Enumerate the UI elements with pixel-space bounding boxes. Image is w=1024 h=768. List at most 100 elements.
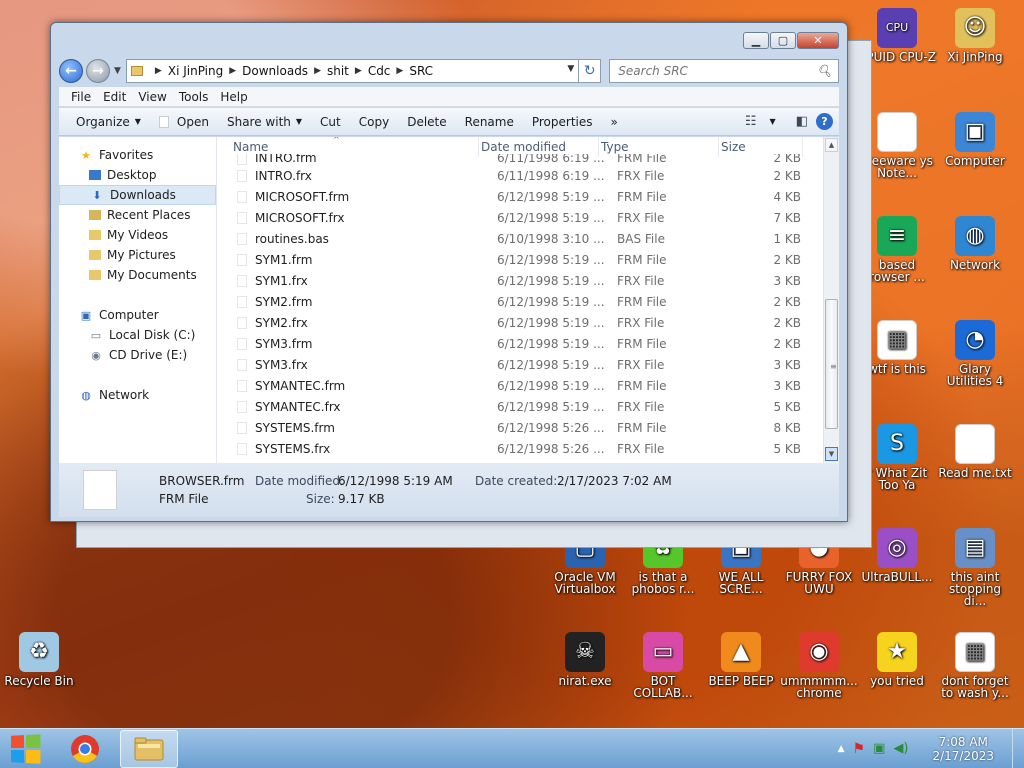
properties-button[interactable]: Properties [523,108,602,135]
share-with-button[interactable]: Share with ▼ [218,108,311,135]
refresh-button[interactable]: ↻ [579,59,602,83]
windows-logo-icon [11,733,41,764]
desktop-icon-beepbeep[interactable]: ▲ BEEP BEEP [702,632,780,687]
menu-edit[interactable]: Edit [99,90,130,104]
tray-overflow-icon[interactable]: ▲ [838,744,845,754]
nav-favorites[interactable]: ★ Favorites [59,145,216,165]
breadcrumb-item[interactable]: shit [327,64,349,78]
menu-view[interactable]: View [134,90,170,104]
scroll-thumb[interactable]: ≡ [825,299,838,429]
nav-label: Downloads [110,188,176,202]
desktop-icon-youtried[interactable]: ★ you tried [858,632,936,687]
file-icon [237,295,247,308]
nav-my-videos[interactable]: My Videos [59,225,216,245]
taskbar-explorer[interactable] [120,729,178,768]
start-button[interactable] [0,729,50,768]
search-icon[interactable]: 🔍︎ [817,64,832,78]
desktop-icon-network[interactable]: ◍ Network [936,216,1014,271]
file-row[interactable]: SYM2.frx 6/12/1998 5:19 ... FRX File 2 KB [217,312,823,333]
clock[interactable]: 7:08 AM 2/17/2023 [932,735,994,763]
file-row[interactable]: INTRO.frx 6/11/1998 6:19 ... FRX File 2 KB [217,165,823,186]
file-row[interactable]: SYMANTEC.frm 6/12/1998 5:19 ... FRM File 3 … [217,375,823,396]
cut-button[interactable]: Cut [311,108,350,135]
file-row[interactable]: SYM3.frm 6/12/1998 5:19 ... FRM File 2 KB [217,333,823,354]
menu-help[interactable]: Help [216,90,251,104]
chevron-right-icon[interactable]: ▶ [355,66,362,76]
desktop-icon-label: FURRY FOX UWU [785,570,853,596]
desktop-icon-readme[interactable]: Read me.txt [936,424,1014,479]
file-row[interactable]: SYSTEMS.frm 6/12/1998 5:26 ... FRM File 8 K… [217,417,823,438]
address-bar[interactable]: ▶ Xi JinPing ▶ Downloads ▶ shit ▶ Cdc ▶ SRC ▼ [125,59,580,83]
column-label: Name [233,140,269,154]
file-row[interactable]: SYSTEMS.frx 6/12/1998 5:26 ... FRX File 5 K… [217,438,823,459]
preview-pane-icon[interactable]: ◧ [796,114,808,129]
chevron-right-icon[interactable]: ▶ [314,66,321,76]
delete-button[interactable]: Delete [398,108,455,135]
file-row[interactable]: MICROSOFT.frx 6/12/1998 5:19 ... FRX File 7… [217,207,823,228]
close-button[interactable]: ✕ [797,32,839,49]
menu-tools[interactable]: Tools [175,90,213,104]
file-row[interactable]: SYM1.frm 6/12/1998 5:19 ... FRM File 2 KB [217,249,823,270]
file-row[interactable]: SYM2.frm 6/12/1998 5:19 ... FRM File 2 KB [217,291,823,312]
search-input[interactable] [618,64,809,78]
maximize-button[interactable]: ▢ [770,32,796,49]
file-row[interactable]: MICROSOFT.frm 6/12/1998 5:19 ... FRM File 4… [217,186,823,207]
action-center-flag-icon[interactable]: ⚑ [853,741,866,757]
desktop-icon-nirat[interactable]: ☠ nirat.exe [546,632,624,687]
forward-button[interactable]: → [85,59,110,83]
nav-recent-places[interactable]: Recent Places [59,205,216,225]
back-button[interactable]: ← [59,59,83,83]
desktop-icon-botcollab[interactable]: ▭ BOT COLLAB... [624,632,702,699]
nav-downloads[interactable]: ⬇ Downloads [59,185,216,205]
nav-computer[interactable]: ▣ Computer [59,305,216,325]
organize-button[interactable]: Organize ▼ [67,108,150,135]
file-name: INTRO.frm [255,154,317,165]
chevron-right-icon[interactable]: ▶ [396,66,403,76]
rename-button[interactable]: Rename [456,108,523,135]
search-box[interactable]: 🔍︎ [609,59,839,83]
help-icon[interactable]: ? [816,113,833,130]
desktop-icon-chrome[interactable]: ◉ ummmmm... chrome [780,632,858,699]
file-row[interactable]: routines.bas 6/10/1998 3:10 ... BAS File 1 … [217,228,823,249]
volume-icon[interactable]: ◀) [893,741,908,756]
chevron-right-icon[interactable]: ▶ [229,66,236,76]
nav-desktop[interactable]: Desktop [59,165,216,185]
more-commands-button[interactable]: » [602,108,627,135]
nav-network[interactable]: ◍ Network [59,385,216,405]
vertical-scrollbar[interactable]: ▲ ≡ ▼ [823,137,839,463]
desktop-icon-recyclebin[interactable]: ♻ Recycle Bin [0,632,78,687]
desktop-icon-glary[interactable]: ◔ Glary Utilities 4 [936,320,1014,387]
breadcrumb-item[interactable]: Downloads [242,64,308,78]
scroll-down-button[interactable]: ▼ [825,447,838,461]
nav-my-documents[interactable]: My Documents [59,265,216,285]
chevron-right-icon[interactable]: ▶ [155,66,162,76]
desktop-icon-computer[interactable]: ▣ Computer [936,112,1014,167]
desktop-icon-thisaint[interactable]: ▤ this aint stopping di... [936,528,1014,607]
show-desktop-button[interactable] [1012,729,1024,768]
file-row[interactable]: INTRO.frm 6/11/1998 6:19 ... FRM File 2 KB [217,154,823,165]
desktop-icon-dontforget[interactable]: ▦ dont forget to wash y... [936,632,1014,699]
network-tray-icon[interactable]: ▣ [873,741,885,756]
menu-file[interactable]: File [67,90,95,104]
nav-my-pictures[interactable]: My Pictures [59,245,216,265]
open-button[interactable]: Open [150,108,218,135]
breadcrumb-item[interactable]: SRC [409,64,433,78]
view-details-icon[interactable]: ☷ [745,114,757,129]
breadcrumb-item[interactable]: Cdc [368,64,391,78]
desktop-icon-xijinping[interactable]: ☺ Xi JinPing [936,8,1014,63]
chevron-down-icon: ▼ [134,117,141,126]
minimize-button[interactable]: ▁ [743,32,769,49]
view-dropdown-icon[interactable]: ▼ [770,117,776,126]
file-row[interactable]: SYM3.frx 6/12/1998 5:19 ... FRX File 3 KB [217,354,823,375]
copy-button[interactable]: Copy [350,108,398,135]
recent-pages-dropdown[interactable]: ▼ [114,66,124,76]
nav-local-disk[interactable]: ▭ Local Disk (C:) [59,325,216,345]
file-row[interactable]: SYM1.frx 6/12/1998 5:19 ... FRX File 3 KB [217,270,823,291]
address-dropdown-icon[interactable]: ▼ [567,64,574,74]
scroll-up-button[interactable]: ▲ [825,138,838,152]
nav-cd-drive[interactable]: ◉ CD Drive (E:) [59,345,216,365]
taskbar-chrome[interactable] [56,730,114,768]
file-row[interactable]: SYMANTEC.frx 6/12/1998 5:19 ... FRX File 5 … [217,396,823,417]
breadcrumb-item[interactable]: Xi JinPing [168,64,223,78]
